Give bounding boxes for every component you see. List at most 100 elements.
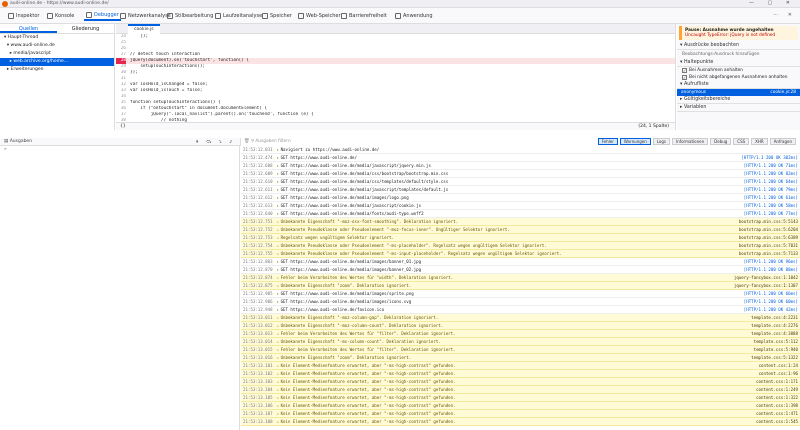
log-row[interactable]: 21:53:12.608 ▸ GET https://www.audi-online…	[241, 162, 800, 170]
log-source[interactable]: [HTTP/1.1 200 OK 58ms]	[740, 202, 798, 209]
log-source[interactable]: template.css:5:112	[749, 338, 798, 345]
section-watch[interactable]: ▾ Ausdrücke beobachten	[677, 42, 800, 50]
log-row-warning[interactable]: 21:53:13.108 ⚠ Kein Element-Medienfeature …	[241, 418, 800, 426]
filter-button[interactable]: Debug	[710, 138, 732, 145]
section-breakpoints[interactable]: ▾ Haltepunkte	[677, 59, 800, 67]
log-row-warning[interactable]: 21:53:13.011 ⚠ Unbekannte Eigenschaft "-mo…	[241, 314, 800, 322]
log-row[interactable]: 21:53:12.609 ▸ GET https://www.audi-online…	[241, 170, 800, 178]
log-source[interactable]: content.css:1:322	[752, 394, 798, 401]
log-row[interactable]: 21:53:12.610 ▸ GET https://www.audi-online…	[241, 178, 800, 186]
callstack-frame[interactable]: anonymous cookie.js:28	[677, 89, 800, 96]
tree-item[interactable]: ▾ www.audi-online.de	[0, 42, 114, 50]
section-scopes[interactable]: ▸ Gültigkeitsbereiche	[677, 96, 800, 104]
toolbar-options[interactable]: ⋯ ✕	[773, 12, 796, 18]
tool-inspector[interactable]: Inspektor	[6, 11, 41, 21]
log-row-warning[interactable]: 21:53:13.104 ⚠ Kein Element-Medienfeature …	[241, 386, 800, 394]
log-row[interactable]: 21:53:12.474 ▸ GET https://www.audi-online…	[241, 154, 800, 162]
tool-accessibility[interactable]: Barrierefreiheit	[339, 11, 389, 21]
tree-item[interactable]: ▸ Erweiterungen	[0, 66, 114, 74]
log-row-warning[interactable]: 21:53:12.874 ⚠ Fehler beim Verarbeiten des…	[241, 274, 800, 282]
editor-tab-file[interactable]: cookie.js	[128, 24, 160, 34]
log-row-warning[interactable]: 21:53:13.107 ⚠ Kein Element-Medienfeature …	[241, 410, 800, 418]
log-row[interactable]: 21:53:12.613 ▸ GET https://www.audi-online…	[241, 202, 800, 210]
filter-button[interactable]: Fehler	[597, 138, 618, 145]
tool-memory[interactable]: Speicher	[260, 11, 294, 21]
log-row[interactable]: 21:53:12.870 ▸ GET https://www.audi-online…	[241, 266, 800, 274]
step-controls[interactable]: ⏸ ⤼ ⤵ ⤴	[196, 139, 235, 145]
log-source[interactable]: [HTTP/1.1 200 OK 88ms]	[740, 266, 798, 273]
log-row-warning[interactable]: 21:53:13.016 ⚠ Unbekannte Eigenschaft "zoo…	[241, 354, 800, 362]
tool-application[interactable]: Anwendung	[393, 11, 435, 21]
log-source[interactable]: jquery-fancybox.css:1:1307	[729, 282, 798, 289]
log-source[interactable]: bootstrap.min.css:5:7031	[734, 242, 798, 249]
log-row-warning[interactable]: 21:53:13.013 ⚠ Fehler beim Verarbeiten des…	[241, 330, 800, 338]
log-row[interactable]: 21:53:12.948 ▸ GET https://www.audi-online…	[241, 306, 800, 314]
log-row-warning[interactable]: 21:53:13.105 ⚠ Kein Element-Medienfeature …	[241, 394, 800, 402]
log-row-warning[interactable]: 21:53:13.015 ⚠ Fehler beim Verarbeiten des…	[241, 346, 800, 354]
log-source[interactable]: [HTTP/1.1 200 OK 61ms]	[740, 194, 798, 201]
log-source[interactable]: content.css:1:545	[752, 418, 798, 425]
log-source[interactable]: [HTTP/1.1 200 OK 64ms]	[740, 178, 798, 185]
log-source[interactable]: [HTTP/1.1 200 OK 71ms]	[740, 162, 798, 169]
log-source[interactable]: template.css:5:1322	[747, 354, 798, 361]
log-row[interactable]: 21:53:12.611 ▸ GET https://www.audi-online…	[241, 186, 800, 194]
log-source[interactable]: template.css:5:940	[749, 346, 798, 353]
console-prompt[interactable]: »	[0, 146, 239, 154]
log-source[interactable]: [HTTP/1.1 200 OK 66ms]	[740, 290, 798, 297]
log-row[interactable]: 21:53:12.640 ▸ GET https://www.audi-online…	[241, 210, 800, 218]
log-source[interactable]: bootstrap.min.css:5:6204	[734, 226, 798, 233]
filter-button[interactable]: XHR	[751, 138, 768, 145]
log-source[interactable]: template.css:4:2231	[747, 314, 798, 321]
log-source[interactable]: content.css:1:471	[752, 410, 798, 417]
filter-button[interactable]: Anfragen	[769, 138, 796, 145]
log-row-warning[interactable]: 21:53:12.751 ⚠ Unbekannte Eigenschaft "-mo…	[241, 218, 800, 226]
pause-on-uncaught-check[interactable]: ✓ Bei nicht abgefangenen Ausnahmen anhalt…	[677, 74, 800, 81]
window-controls[interactable]: — ▢ ✕	[749, 0, 796, 6]
filter-button[interactable]: CSS	[733, 138, 750, 145]
log-source[interactable]: [HTTP/1.1 200 OK 60ms]	[740, 298, 798, 305]
tool-style[interactable]: Stilbearbeitung	[165, 11, 215, 21]
log-source[interactable]: template.css:4:2276	[747, 322, 798, 329]
log-row[interactable]: 21:53:12.031 ▸ Navigiert zu https://www.au…	[241, 146, 800, 154]
tool-performance[interactable]: Laufzeitanalyse	[213, 11, 264, 21]
log-row[interactable]: 21:53:12.906 ▸ GET https://www.audi-online…	[241, 298, 800, 306]
code-area[interactable]: 24 }); 25 26 27// detect touch interaction 2…	[116, 34, 675, 130]
log-source[interactable]: bootstrap.min.css:5:5143	[734, 218, 798, 225]
tool-debugger[interactable]: Debugger	[84, 11, 121, 21]
pretty-print-button[interactable]: {}	[116, 124, 126, 129]
log-row-warning[interactable]: 21:53:12.755 ⚠ Unbekannte Pseudoklasse ode…	[241, 250, 800, 258]
log-row[interactable]: 21:53:12.803 ▸ GET https://www.audi-online…	[241, 258, 800, 266]
filter-button[interactable]: Informationen	[671, 138, 709, 145]
log-row[interactable]: 21:53:12.612 ▸ GET https://www.audi-online…	[241, 194, 800, 202]
log-source[interactable]: bootstrap.min.css:5:7133	[734, 250, 798, 257]
section-variables[interactable]: ▸ Variablen	[677, 104, 800, 112]
log-row-warning[interactable]: 21:53:12.875 ⚠ Unbekannte Eigenschaft "zoo…	[241, 282, 800, 290]
log-source[interactable]: bootstrap.min.css:5:6389	[734, 234, 798, 241]
log-row-warning[interactable]: 21:53:12.752 ⚠ Unbekannte Pseudoklasse ode…	[241, 226, 800, 234]
log-row-warning[interactable]: 21:53:13.102 ⚠ Kein Element-Medienfeature …	[241, 370, 800, 378]
log-source[interactable]: content.css:1:171	[752, 378, 798, 385]
log-row-warning[interactable]: 21:53:13.103 ⚠ Kein Element-Medienfeature …	[241, 378, 800, 386]
filter-button[interactable]: Warnungen	[619, 138, 651, 145]
log-source[interactable]: [HTTP/1.1 200 OK 42ms]	[740, 306, 798, 313]
section-callstack[interactable]: ▾ Aufrufliste	[677, 81, 800, 89]
log-source[interactable]: jquery-fancybox.css:1:1042	[729, 274, 798, 281]
watch-hint[interactable]: Beobachtungs-Ausdruck hinzufügen	[677, 50, 800, 59]
log-row-warning[interactable]: 21:53:13.106 ⚠ Kein Element-Medienfeature …	[241, 402, 800, 410]
log-source[interactable]: [HTTP/1.1 200 OK 302ms]	[737, 154, 798, 161]
tool-console[interactable]: Konsole	[45, 11, 76, 21]
tree-item[interactable]: ▸ web.archive.org/home...	[0, 58, 114, 66]
log-source[interactable]: content.css:1:24	[754, 362, 798, 369]
tree-item[interactable]: ▾ Haupt-Thread	[0, 34, 114, 42]
tab-sources[interactable]: Quellen	[0, 24, 57, 33]
log-source[interactable]: [HTTP/1.1 200 OK 82ms]	[740, 170, 798, 177]
log-row-warning[interactable]: 21:53:12.753 ⚠ Regelsatz wegen ungültigem …	[241, 234, 800, 242]
log-row-warning[interactable]: 21:53:13.101 ⚠ Kein Element-Medienfeature …	[241, 362, 800, 370]
log-source[interactable]: [HTTP/1.1 200 OK 79ms]	[740, 186, 798, 193]
log-row-warning[interactable]: 21:53:13.012 ⚠ Unbekannte Eigenschaft "-mo…	[241, 322, 800, 330]
log-source[interactable]: content.css:1:249	[752, 386, 798, 393]
log-row-warning[interactable]: 21:53:12.754 ⚠ Unbekannte Pseudoklasse ode…	[241, 242, 800, 250]
filter-button[interactable]: Logs	[652, 138, 670, 145]
log-row[interactable]: 21:53:12.905 ▸ GET https://www.audi-online…	[241, 290, 800, 298]
tool-storage[interactable]: Web-Speicher	[296, 11, 343, 21]
